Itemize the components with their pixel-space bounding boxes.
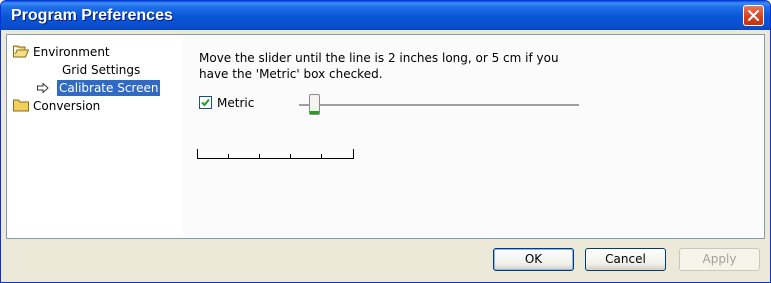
calibrate-panel: Move the slider until the line is 2 inch…: [183, 35, 764, 238]
calibration-slider-thumb[interactable]: [309, 94, 320, 115]
content-frame: Environment Grid Settings Calibrate Scre…: [6, 34, 765, 239]
open-folder-icon: [13, 45, 29, 58]
metric-label: Metric: [217, 96, 255, 110]
window-title: Program Preferences: [11, 7, 173, 24]
arrow-right-icon: [37, 83, 49, 93]
preferences-window: Program Preferences Environment Grid Set…: [0, 0, 771, 283]
tree-item-environment[interactable]: Environment: [13, 44, 173, 60]
calibration-ruler: [197, 149, 354, 159]
tree-item-conversion[interactable]: Conversion: [13, 98, 173, 114]
close-icon: [748, 10, 759, 21]
folder-icon: [13, 99, 29, 112]
checkmark-icon: [201, 98, 210, 107]
calibrate-instructions: Move the slider until the line is 2 inch…: [199, 51, 559, 81]
title-bar[interactable]: Program Preferences: [1, 1, 770, 30]
ok-button[interactable]: OK: [493, 248, 574, 271]
metric-checkbox[interactable]: [199, 96, 212, 109]
tree-item-label: Environment: [33, 45, 110, 59]
tree-item-calibrate-screen[interactable]: Calibrate Screen: [37, 80, 182, 96]
calibration-slider-track[interactable]: [299, 104, 579, 107]
tree-item-label: Grid Settings: [62, 63, 141, 77]
tree-item-grid-settings[interactable]: Grid Settings: [62, 62, 172, 78]
tree-item-label: Conversion: [33, 99, 101, 113]
cancel-button[interactable]: Cancel: [585, 248, 666, 271]
close-button[interactable]: [743, 5, 764, 26]
tree-item-label: Calibrate Screen: [57, 80, 161, 96]
preferences-tree: Environment Grid Settings Calibrate Scre…: [7, 35, 184, 238]
apply-button[interactable]: Apply: [679, 248, 760, 271]
